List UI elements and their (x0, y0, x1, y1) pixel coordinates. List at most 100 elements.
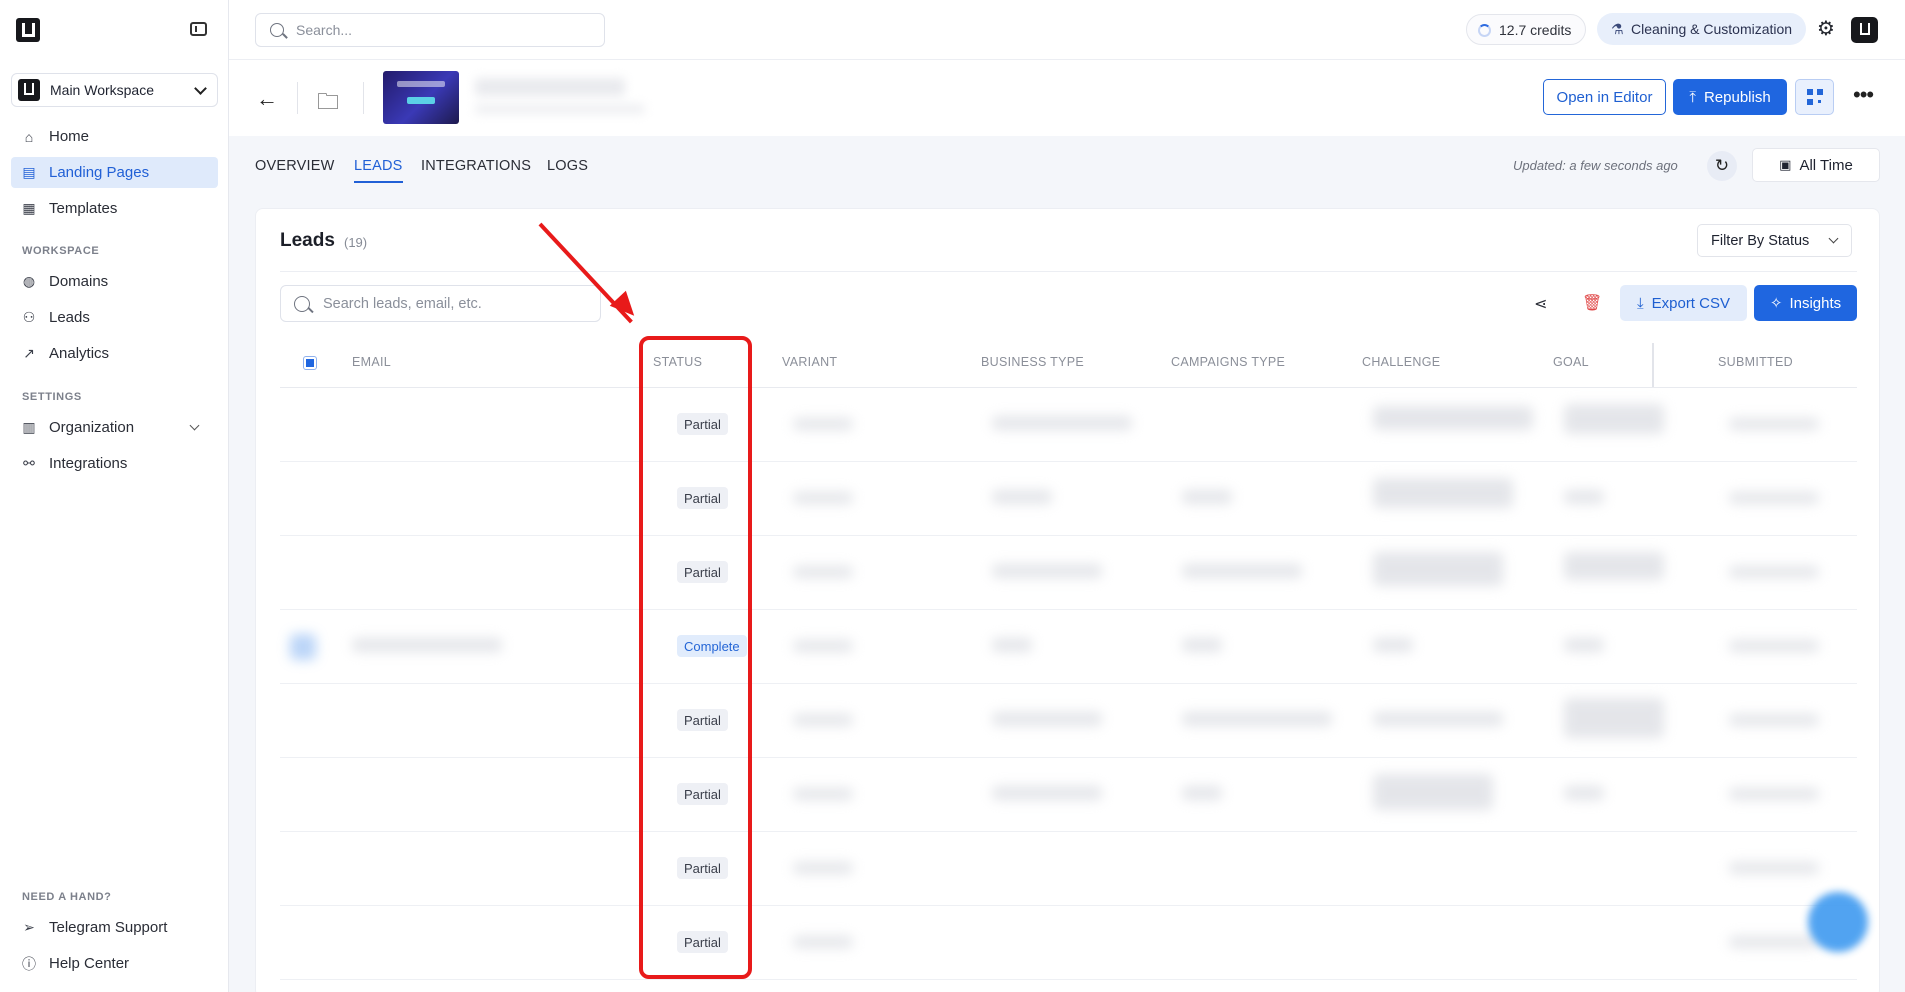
row-checkbox-redacted[interactable] (290, 634, 316, 660)
sidebar-item-analytics[interactable]: ↗ Analytics (11, 338, 218, 369)
page-url-redacted (475, 104, 645, 114)
column-header-campaigns-type[interactable]: CAMPAIGNS TYPE (1171, 355, 1285, 369)
sidebar-item-label: Telegram Support (49, 919, 168, 936)
column-header-variant[interactable]: VARIANT (782, 355, 837, 369)
sidebar-item-label: Templates (49, 200, 118, 217)
campaigns-type-redacted (1182, 490, 1232, 504)
sidebar-item-home[interactable]: ⌂ Home (11, 121, 218, 152)
table-row[interactable]: Partial (280, 388, 1857, 462)
users-icon: ⚇ (22, 309, 36, 325)
more-options-icon[interactable]: ••• (1853, 84, 1874, 106)
insights-button[interactable]: ✧ Insights (1754, 285, 1857, 321)
business-type-redacted (992, 712, 1102, 726)
chevron-down-icon (189, 420, 200, 431)
back-arrow-icon[interactable]: ← (256, 86, 278, 112)
challenge-redacted (1373, 638, 1413, 652)
table-row[interactable]: Partial (280, 462, 1857, 536)
column-header-challenge[interactable]: CHALLENGE (1362, 355, 1440, 369)
open-in-editor-button[interactable]: Open in Editor (1543, 79, 1666, 115)
column-header-submitted[interactable]: SUBMITTED (1718, 355, 1793, 369)
gear-icon[interactable]: ⚙ (1817, 19, 1835, 39)
challenge-redacted (1373, 406, 1533, 430)
business-type-redacted (992, 786, 1102, 800)
globe-icon: ◍ (22, 273, 36, 289)
submitted-redacted (1729, 936, 1819, 948)
sidebar-item-organization[interactable]: ▥ Organization (11, 412, 218, 443)
share-icon[interactable]: ⋖ (1534, 294, 1547, 314)
avatar[interactable] (1851, 17, 1878, 43)
project-chip[interactable]: ⚗ Cleaning & Customization (1597, 13, 1807, 45)
integrations-icon: ⚯ (23, 455, 35, 471)
export-csv-button[interactable]: ⤓ Export CSV (1620, 285, 1747, 321)
goal-redacted (1564, 490, 1604, 504)
sidebar-item-integrations[interactable]: ⚯ Integrations (11, 448, 218, 479)
column-header-goal[interactable]: GOAL (1553, 355, 1589, 369)
sidebar-item-help-center[interactable]: ⓘ Help Center (11, 948, 218, 979)
global-search-input[interactable]: Search... (255, 13, 605, 47)
leads-count: (19) (344, 235, 368, 250)
submitted-redacted (1729, 714, 1819, 726)
chevron-down-icon (194, 82, 207, 95)
campaigns-type-redacted (1182, 712, 1332, 726)
chat-widget-button[interactable] (1808, 892, 1868, 952)
tab-integrations[interactable]: INTEGRATIONS (421, 158, 531, 174)
filter-by-status-select[interactable]: Filter By Status (1697, 224, 1852, 257)
tab-logs[interactable]: LOGS (547, 158, 588, 174)
variant-redacted (793, 936, 853, 948)
lead-search-input[interactable]: Search leads, email, etc. (280, 285, 601, 322)
table-row[interactable]: Complete (280, 610, 1857, 684)
select-all-checkbox[interactable] (303, 356, 317, 370)
submitted-redacted (1729, 566, 1819, 578)
sidebar-collapse-icon[interactable] (190, 22, 207, 36)
qr-code-icon (1806, 89, 1823, 105)
section-label-workspace: WORKSPACE (22, 245, 100, 257)
business-type-redacted (992, 638, 1032, 652)
challenge-redacted (1373, 774, 1493, 810)
sidebar-item-label: Help Center (49, 955, 130, 972)
date-range-button[interactable]: ▣ All Time (1752, 148, 1880, 182)
table-row[interactable]: Partial (280, 906, 1857, 980)
page-name-redacted (475, 78, 625, 96)
table-row[interactable]: Partial (280, 684, 1857, 758)
send-icon: ➢ (23, 919, 35, 935)
tab-leads[interactable]: LEADS (354, 158, 403, 183)
updated-timestamp: Updated: a few seconds ago (1513, 158, 1678, 173)
table-row[interactable]: Partial (280, 536, 1857, 610)
republish-label: Republish (1703, 88, 1771, 106)
table-row[interactable]: Partial (280, 832, 1857, 906)
refresh-icon[interactable]: ↻ (1707, 151, 1737, 181)
upload-icon: ⤒ (1689, 88, 1696, 106)
sidebar-item-label: Domains (49, 273, 109, 290)
campaigns-type-redacted (1182, 638, 1222, 652)
variant-redacted (793, 640, 853, 652)
page-thumbnail[interactable] (383, 71, 459, 124)
sidebar-item-templates[interactable]: ▦ Templates (11, 193, 218, 224)
submitted-redacted (1729, 862, 1819, 874)
sparkle-icon: ✧ (1769, 295, 1783, 312)
credits-badge[interactable]: 12.7 credits (1466, 14, 1587, 45)
workspace-switcher[interactable]: Main Workspace (11, 73, 218, 107)
republish-button[interactable]: ⤒ Republish (1673, 79, 1787, 115)
column-header-business-type[interactable]: BUSINESS TYPE (981, 355, 1084, 369)
page-icon: ▤ (22, 164, 36, 180)
goal-redacted (1564, 552, 1664, 580)
tab-overview[interactable]: OVERVIEW (255, 158, 335, 174)
leads-title: Leads (280, 230, 335, 251)
sidebar-item-telegram-support[interactable]: ➢ Telegram Support (11, 912, 218, 943)
folder-icon[interactable]: 🗀 (317, 85, 339, 123)
sidebar-item-domains[interactable]: ◍ Domains (11, 266, 218, 297)
credits-label: 12.7 credits (1499, 21, 1572, 38)
trash-icon[interactable]: 🗑 (1582, 293, 1602, 313)
export-label: Export CSV (1651, 294, 1730, 312)
qr-code-button[interactable] (1795, 79, 1834, 115)
sidebar-item-landing-pages[interactable]: ▤ Landing Pages (11, 157, 218, 188)
table-row[interactable]: Partial (280, 758, 1857, 832)
variant-redacted (793, 566, 853, 578)
sidebar-item-leads[interactable]: ⚇ Leads (11, 302, 218, 333)
column-header-email[interactable]: EMAIL (352, 355, 391, 369)
sidebar: Main Workspace ⌂ Home ▤ Landing Pages ▦ … (0, 0, 229, 992)
column-resize-handle[interactable] (1652, 343, 1654, 387)
app-logo[interactable] (16, 18, 40, 42)
calendar-icon: ▣ (1779, 157, 1792, 172)
building-icon: ▥ (22, 419, 36, 435)
